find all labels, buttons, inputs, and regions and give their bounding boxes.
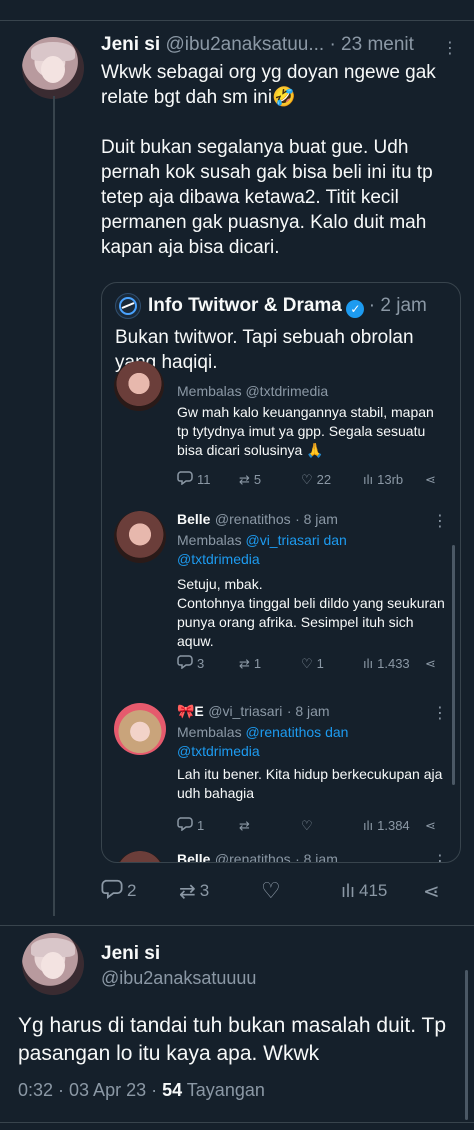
top-divider xyxy=(0,20,474,21)
like-icon: ♡ xyxy=(301,471,313,487)
tweet-text: Yg harus di tandai tuh bukan masalah dui… xyxy=(18,1014,447,1065)
reply-avatar xyxy=(114,703,166,755)
views-button[interactable]: ılı 415 xyxy=(341,881,423,902)
quoted-reply-2[interactable]: Belle @renatithos · 8 jam ⋮ Membalas @vi… xyxy=(102,509,460,689)
reply-actions: 11 ⇄ 5 ♡ 22 ılı 13rb ⋖ xyxy=(177,471,447,488)
views-icon: ılı xyxy=(363,818,374,833)
reply-avatar xyxy=(114,361,164,411)
bottom-divider xyxy=(0,1122,474,1123)
like-button[interactable]: ♡ xyxy=(261,878,341,904)
reply-header: Belle @renatithos · 8 jam xyxy=(177,851,338,863)
tweet-divider xyxy=(0,925,474,926)
reply-to-line: Membalas @renatithos dan @txtdrimedia xyxy=(177,724,349,759)
share-button[interactable]: ⋖ xyxy=(425,656,436,672)
author-avatar[interactable] xyxy=(22,37,84,99)
like-button[interactable]: ♡ xyxy=(301,818,363,834)
reply-actions: 3 ⇄ 1 ♡ 1 ılı 1.433 ⋖ xyxy=(177,655,447,672)
thread-line xyxy=(53,96,55,916)
quote-header: Info Twitwor & Drama ✓ · 2 jam xyxy=(148,295,427,318)
quoted-reply-3[interactable]: 🎀E @vi_triasari · 8 jam ⋮ Membalas @rena… xyxy=(102,701,460,841)
like-icon: ♡ xyxy=(261,878,281,903)
author-name[interactable]: Jeni si xyxy=(101,943,160,965)
reply-actions: 1 ⇄ ♡ ılı 1.384 ⋖ xyxy=(177,817,447,834)
author-avatar[interactable] xyxy=(22,933,84,995)
tweet-header: Jeni si @ibu2anaksatuu... · 23 menit xyxy=(101,34,461,56)
more-icon[interactable]: ⋮ xyxy=(432,703,448,723)
views-label: Tayangan xyxy=(182,1080,265,1100)
views-icon: ılı xyxy=(363,656,374,671)
reply-text: Setuju, mbak. Contohnya tinggal beli dil… xyxy=(177,576,445,649)
retweet-icon: ⇄ xyxy=(239,655,250,671)
share-button[interactable]: ⋖ xyxy=(423,879,440,904)
views-count: 54 xyxy=(162,1080,183,1100)
quote-scrollbar[interactable] xyxy=(452,545,455,785)
reply-avatar xyxy=(114,851,166,862)
retweet-button[interactable]: ⇄ 3 xyxy=(179,879,261,904)
quoted-reply-1[interactable]: Membalas @txtdrimedia Gw mah kalo keuang… xyxy=(102,361,460,499)
quoted-reply-4[interactable]: Belle @renatithos · 8 jam ⋮ xyxy=(102,849,460,863)
views-button[interactable]: ılı 1.433 xyxy=(363,656,425,671)
reply-button[interactable]: 1 xyxy=(177,817,239,834)
reply-text: Gw mah kalo keuangannya stabil, mapan tp… xyxy=(177,404,434,458)
share-button[interactable]: ⋖ xyxy=(425,472,436,488)
more-icon[interactable]: ⋮ xyxy=(432,511,448,531)
reply-to-line: Membalas @vi_triasari dan @txtdrimedia xyxy=(177,532,347,567)
quote-text: Bukan twitwor. Tapi sebuah obrolan yang … xyxy=(115,327,414,373)
share-icon: ⋖ xyxy=(425,817,436,833)
retweet-button[interactable]: ⇄ 1 xyxy=(239,656,301,672)
reply-icon xyxy=(177,817,193,834)
views-button[interactable]: ılı 13rb xyxy=(363,472,425,487)
like-button[interactable]: ♡ 1 xyxy=(301,656,363,672)
more-icon[interactable]: ⋮ xyxy=(442,38,458,58)
reply-button[interactable]: 3 xyxy=(177,655,239,672)
reply-icon xyxy=(101,879,123,904)
reply-button[interactable]: 11 xyxy=(177,471,239,488)
reply-header: Belle @renatithos · 8 jam xyxy=(177,511,338,527)
verified-icon: ✓ xyxy=(346,300,365,318)
like-icon: ♡ xyxy=(301,655,313,671)
share-icon: ⋖ xyxy=(423,880,440,903)
retweet-icon: ⇄ xyxy=(239,817,250,833)
author-handle[interactable]: @ibu2anaksatuu... xyxy=(165,34,324,55)
share-icon: ⋖ xyxy=(425,655,436,671)
author-name[interactable]: Jeni si xyxy=(101,34,160,55)
like-icon: ♡ xyxy=(301,817,313,833)
tweet-meta: 0:32 · 03 Apr 23 · 54 Tayangan xyxy=(18,1080,265,1101)
reply-button[interactable]: 2 xyxy=(101,879,179,904)
views-button[interactable]: ılı 1.384 xyxy=(363,818,425,833)
quote-tweet-card[interactable]: Info Twitwor & Drama ✓ · 2 jam Bukan twi… xyxy=(101,282,461,863)
author-handle[interactable]: @ibu2anaksatuuuu xyxy=(101,968,256,989)
more-icon[interactable]: ⋮ xyxy=(432,851,448,862)
retweet-button[interactable]: ⇄ xyxy=(239,818,301,834)
retweet-icon: ⇄ xyxy=(179,880,196,903)
share-button[interactable]: ⋖ xyxy=(425,818,436,834)
reply-to-line: Membalas @txtdrimedia xyxy=(177,383,329,399)
reply-icon xyxy=(177,655,193,672)
reply-icon xyxy=(177,471,193,488)
reply-text: Lah itu bener. Kita hidup berkecukupan a… xyxy=(177,766,443,801)
reply-avatar xyxy=(114,511,166,563)
views-icon: ılı xyxy=(341,880,356,901)
retweet-button[interactable]: ⇄ 5 xyxy=(239,472,301,488)
page-scrollbar[interactable] xyxy=(465,970,468,1120)
tweet-text: Wkwk sebagai org yg doyan ngewe gak rela… xyxy=(101,62,436,258)
tweet-actions: 2 ⇄ 3 ♡ ılı 415 ⋖ xyxy=(101,878,446,904)
retweet-icon: ⇄ xyxy=(239,471,250,487)
tweet-time[interactable]: · 23 menit xyxy=(329,34,413,55)
quote-author-name[interactable]: Info Twitwor & Drama xyxy=(148,295,342,316)
quote-time[interactable]: · 2 jam xyxy=(369,295,427,316)
share-icon: ⋖ xyxy=(425,471,436,487)
reply-header: 🎀E @vi_triasari · 8 jam xyxy=(177,703,330,719)
quote-avatar xyxy=(115,293,141,319)
like-button[interactable]: ♡ 22 xyxy=(301,472,363,488)
views-icon: ılı xyxy=(363,472,374,487)
tweet-timestamp[interactable]: 0:32 · 03 Apr 23 · xyxy=(18,1080,162,1100)
